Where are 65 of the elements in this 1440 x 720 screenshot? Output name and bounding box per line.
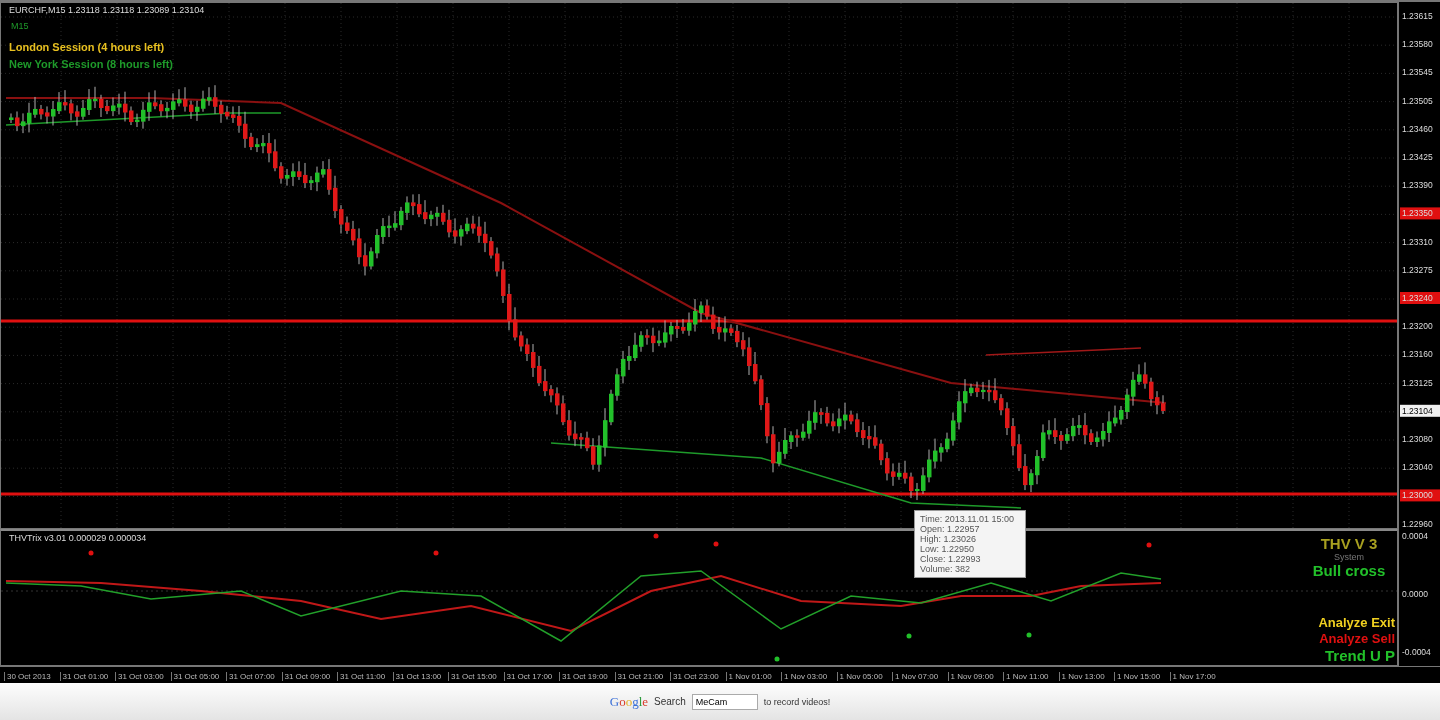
time-label: 31 Oct 17:00	[503, 671, 559, 681]
price-marker: 1.23104	[1400, 404, 1440, 417]
time-label: 1 Nov 01:00	[725, 671, 781, 681]
tooltip-line: High: 1.23026	[920, 534, 978, 544]
time-label: 1 Nov 13:00	[1058, 671, 1114, 681]
indicator-title: THV V 3	[1320, 535, 1378, 552]
tooltip-line: Close: 1.22993	[920, 554, 982, 564]
session-label: New York Session (8 hours left)	[9, 58, 174, 70]
price-label: 1.23425	[1402, 152, 1433, 162]
time-label: 30 Oct 2013	[4, 671, 60, 681]
indicator-axis-label: -0.0004	[1402, 647, 1431, 657]
price-label: 1.23505	[1402, 95, 1433, 106]
time-label: 31 Oct 03:00	[115, 671, 171, 681]
time-label: 31 Oct 21:00	[614, 671, 670, 681]
time-label: 1 Nov 03:00	[781, 671, 837, 681]
tooltip-line: Open: 1.22957	[920, 524, 981, 534]
timeframe-label: M15	[11, 21, 29, 31]
time-label: 31 Oct 15:00	[448, 671, 504, 681]
time-label: 1 Nov 17:00	[1169, 671, 1225, 681]
time-label: 31 Oct 13:00	[392, 671, 448, 681]
tooltip-line: Time: 2013.11.01 15:00	[920, 514, 1016, 524]
price-label: 1.23200	[1402, 321, 1433, 332]
price-label: 1.23615	[1402, 11, 1433, 21]
price-label: 1.23580	[1402, 39, 1433, 50]
time-label: 1 Nov 11:00	[1003, 671, 1059, 681]
time-label: 1 Nov 05:00	[836, 671, 892, 681]
logo: Google	[609, 693, 649, 710]
tooltip-line: Volume: 382	[920, 564, 972, 574]
signal-label: Analyze Exit	[1318, 615, 1395, 630]
indicator-header: THVTrix v3.01 0.000029 0.000034	[9, 533, 147, 543]
price-label: 1.23125	[1402, 377, 1433, 388]
price-label: 1.23040	[1402, 462, 1433, 473]
time-label: 1 Nov 07:00	[892, 671, 948, 681]
indicator-axis-label: 0.0000	[1402, 589, 1428, 599]
time-label: 31 Oct 05:00	[170, 671, 226, 681]
time-label: 31 Oct 01:00	[59, 671, 115, 681]
price-label: 1.23390	[1402, 180, 1433, 191]
search-label: Search	[654, 696, 686, 707]
time-label: 31 Oct 23:00	[670, 671, 726, 681]
price-marker: 1.23240	[1400, 292, 1440, 304]
indicator-axis-label: 0.0004	[1402, 531, 1428, 541]
time-label: 31 Oct 07:00	[226, 671, 282, 681]
chart-symbol-header: EURCHF,M15 1.23118 1.23118 1.23089 1.23104	[9, 5, 205, 15]
footer-note: to record videos!	[763, 696, 831, 707]
signal-label: Analyze Sell	[1319, 631, 1395, 646]
signal-label: Bull cross	[1312, 562, 1386, 579]
session-label: London Session (4 hours left)	[9, 41, 166, 53]
price-label: 1.23310	[1402, 236, 1433, 247]
price-label: 1.22960	[1402, 518, 1433, 529]
indicator-subtitle: System	[1334, 552, 1364, 562]
price-label: 1.23275	[1402, 264, 1433, 275]
price-label: 1.23545	[1402, 67, 1433, 78]
price-marker: 1.23000	[1400, 489, 1440, 502]
price-label: 1.23160	[1402, 349, 1433, 360]
price-marker: 1.23350	[1400, 207, 1440, 220]
time-label: 1 Nov 15:00	[1114, 671, 1170, 681]
tooltip-line: Low: 1.22950	[920, 544, 976, 554]
time-label: 1 Nov 09:00	[947, 671, 1003, 681]
time-label: 31 Oct 19:00	[559, 671, 615, 681]
price-label: 1.23460	[1402, 123, 1433, 134]
time-label: 31 Oct 11:00	[337, 671, 393, 681]
signal-label: Trend U P	[1325, 647, 1395, 664]
time-label: 31 Oct 09:00	[281, 671, 337, 681]
search-field[interactable]: MeCam	[691, 693, 758, 710]
price-label: 1.23080	[1402, 434, 1433, 444]
